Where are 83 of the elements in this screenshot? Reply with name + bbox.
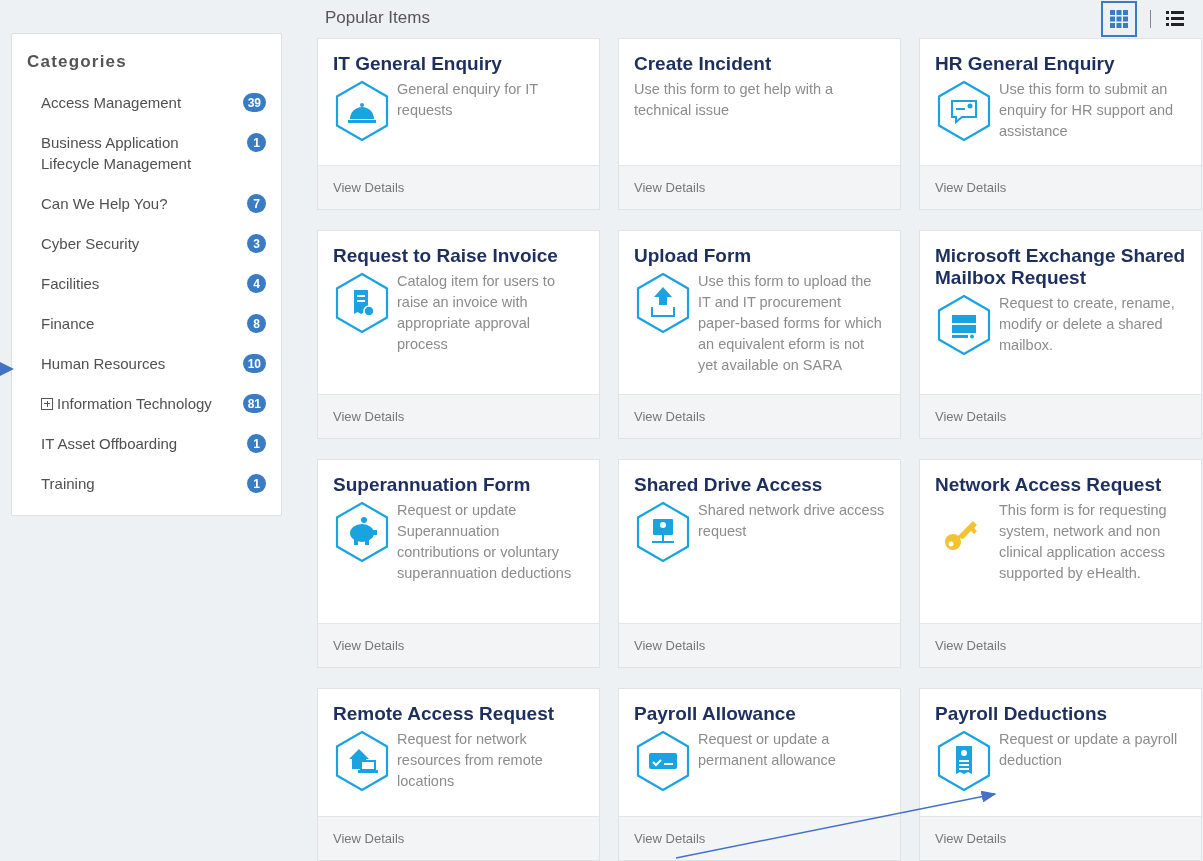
category-item[interactable]: Can We Help You? 7 — [27, 185, 266, 225]
expand-icon[interactable] — [41, 397, 53, 410]
card-description: Use this form to get help with a technical issue — [634, 80, 835, 120]
card-description: General enquiry for IT requests — [397, 80, 539, 120]
count-badge: 39 — [242, 93, 266, 112]
card-title: Create Incident — [634, 53, 773, 75]
category-label: Training — [41, 474, 95, 494]
panel-title: Categories — [27, 52, 128, 72]
count-badge: 1 — [247, 434, 266, 453]
shared-folder-icon — [634, 500, 692, 564]
card-description: Request to create, rename, modify or delete a shared mailbox. — [999, 294, 1176, 355]
category-item[interactable]: Finance 8 — [27, 305, 266, 345]
category-label: Human Resources — [41, 354, 166, 374]
card-description: Use this form to upload the IT and IT procurement paper-based forms for which an equivalent eform is not yet available on SARA — [698, 272, 883, 375]
card-title: Superannuation Form — [333, 474, 532, 496]
count-badge: 8 — [247, 314, 266, 333]
cheque-icon — [634, 729, 692, 793]
receipt-icon — [935, 729, 993, 793]
category-label: Cyber Security — [41, 234, 140, 254]
piggy-bank-icon — [333, 500, 391, 564]
receipt-icon — [333, 271, 391, 335]
upload-icon — [634, 271, 692, 335]
annotation-arrow — [0, 362, 14, 376]
card-description: Request for network resources from remote locations — [397, 730, 544, 791]
category-label: Can We Help You? — [41, 194, 168, 214]
category-item[interactable]: IT Asset Offboarding 1 — [27, 425, 266, 465]
card-title: IT General Enquiry — [333, 53, 503, 75]
house-laptop-icon — [333, 729, 391, 793]
card-description: Use this form to submit an enquiry for HR support and assistance — [999, 80, 1175, 141]
view-details-link[interactable]: View Details — [318, 165, 599, 209]
card-title: Shared Drive Access — [634, 474, 824, 496]
view-details-link[interactable]: View Details — [920, 816, 1201, 860]
card-description: This form is for requesting system, network and non clinical application access supported by eHealth. — [999, 501, 1168, 583]
card-title: Upload Form — [634, 245, 753, 267]
category-label: Access Management — [41, 93, 182, 113]
count-badge: 7 — [247, 194, 266, 213]
category-item[interactable]: Training 1 — [27, 465, 266, 505]
card-title: Payroll Deductions — [935, 703, 1109, 725]
card-title: Network Access Request — [935, 474, 1163, 496]
grid-view-icon — [1110, 10, 1128, 28]
view-details-link[interactable]: View Details — [920, 165, 1201, 209]
count-badge: 4 — [247, 274, 266, 293]
card-description: Request or update Superannuation contributions or voluntary superannuation deductions — [397, 501, 573, 583]
card-title: Request to Raise Invoice — [333, 245, 559, 267]
category-item[interactable]: Human Resources 10 — [27, 345, 266, 385]
category-item[interactable]: Cyber Security 3 — [27, 225, 266, 265]
category-item[interactable]: Access Management 39 — [27, 84, 266, 124]
view-details-link[interactable]: View Details — [920, 623, 1201, 667]
card-title: Remote Access Request — [333, 703, 556, 725]
chat-bubble-icon — [935, 79, 993, 143]
category-label: IT Asset Offboarding — [41, 434, 178, 454]
category-item[interactable]: Business Application Lifecycle Management 1 — [27, 124, 266, 185]
category-label: Business Application Lifecycle Management — [41, 133, 193, 174]
count-badge: 1 — [247, 133, 266, 152]
category-item[interactable]: Facilities 4 — [27, 265, 266, 305]
card-title: HR General Enquiry — [935, 53, 1116, 75]
view-details-link[interactable]: View Details — [619, 394, 900, 438]
card-description: Catalog item for users to raise an invoice with appropriate approval process — [397, 272, 556, 354]
category-label: Information Technology — [57, 394, 212, 414]
card-title: Microsoft Exchange Shared Mailbox Request — [935, 245, 1186, 289]
card-description: Request or update a payroll deduction — [999, 730, 1179, 770]
section-title: Popular Items — [325, 8, 431, 28]
view-details-link[interactable]: View Details — [318, 816, 599, 860]
grid-view-button[interactable] — [1101, 1, 1137, 37]
server-icon — [935, 293, 993, 357]
bell-icon — [333, 79, 391, 143]
count-badge: 10 — [242, 354, 266, 373]
category-label: Finance — [41, 314, 95, 334]
view-details-link[interactable]: View Details — [920, 394, 1201, 438]
view-details-link[interactable]: View Details — [619, 623, 900, 667]
card-description: Request or update a permanent allowance — [698, 730, 837, 770]
category-item[interactable]: Information Technology 81 — [27, 385, 266, 425]
view-details-link[interactable]: View Details — [619, 816, 900, 860]
view-details-link[interactable]: View Details — [619, 165, 900, 209]
count-badge: 81 — [242, 394, 266, 413]
card-description: Shared network drive access request — [698, 501, 885, 541]
view-details-link[interactable]: View Details — [318, 394, 599, 438]
card-title: Payroll Allowance — [634, 703, 797, 725]
view-details-link[interactable]: View Details — [318, 623, 599, 667]
list-view-icon — [1166, 11, 1184, 27]
category-label: Facilities — [41, 274, 100, 294]
count-badge: 1 — [247, 474, 266, 493]
count-badge: 3 — [247, 234, 266, 253]
